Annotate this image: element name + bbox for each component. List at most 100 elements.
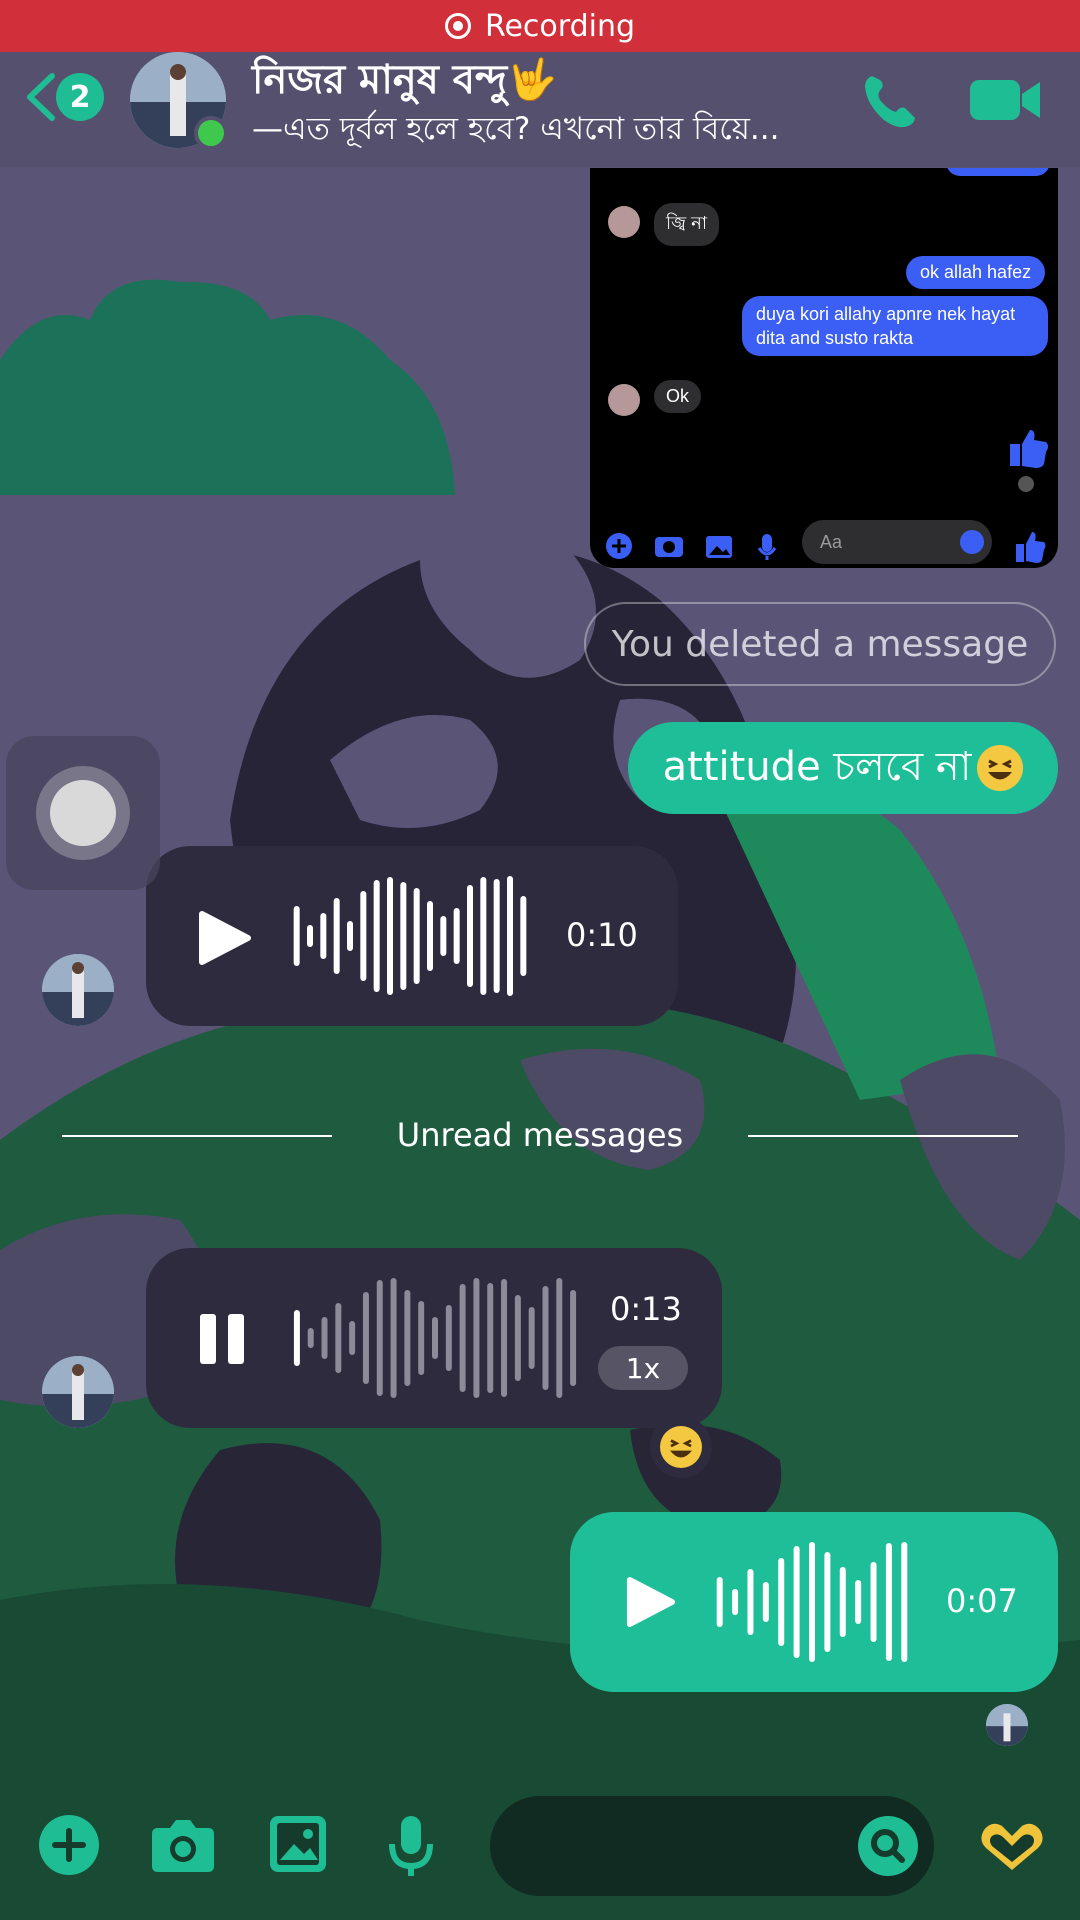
heart-hands-icon[interactable] [976,1818,1048,1874]
waveform-bar [570,1290,577,1386]
online-status-dot [194,116,228,150]
waveform-bar [307,1328,314,1348]
shared-screenshot-image[interactable]: জ্বি না ok allah hafez duya kori allahy … [590,168,1058,568]
plus-icon[interactable] [38,1814,100,1876]
waveform-bar [493,879,500,993]
waveform-bar [373,880,380,992]
sender-avatar [608,206,640,238]
unread-count-badge[interactable]: 2 [56,73,104,121]
video-call-icon[interactable] [968,76,1042,124]
gallery-icon [706,536,732,558]
waveform-bar [362,1292,369,1384]
waveform-bar [320,913,327,959]
voice-message[interactable]: 0:10 [146,846,678,1026]
sender-avatar [608,384,640,416]
assistive-touch-core [50,780,116,846]
voice-duration: 0:10 [566,916,638,954]
waveform-bar [387,877,393,995]
thumbs-up-icon [1010,430,1048,468]
divider-line [748,1135,1018,1137]
waveform-bar [335,1303,342,1373]
waveform-bar [507,876,513,996]
waveform-bar [480,877,487,995]
waveform-bar [445,1305,452,1371]
waveform-bar [793,1546,800,1658]
search-button[interactable] [858,1816,918,1876]
waveform-bar [778,1558,785,1646]
recording-label: Recording [484,8,636,44]
camera-icon[interactable] [150,1814,216,1876]
waveform-bar [514,1295,521,1381]
seen-receipt-avatar [986,1704,1028,1746]
waveform-bar [376,1280,383,1396]
waveform-icon [293,876,527,996]
voice-duration: 0:07 [946,1582,1018,1620]
waveform-bar [809,1542,815,1662]
unread-messages-divider: Unread messages [62,1116,1018,1156]
emoji-icon [960,530,984,554]
waveform-bar [349,1321,356,1355]
voice-duration: 0:13 [610,1290,682,1328]
playback-speed-button[interactable]: 1x [598,1346,688,1390]
waveform-bar [293,906,300,966]
phone-call-icon[interactable] [858,70,920,132]
waveform-bar [467,885,473,987]
voice-message[interactable]: 0:13 1x [146,1248,722,1428]
sent-message-bubble[interactable]: attitude চলবে না [628,722,1058,814]
waveform-bar [473,1278,480,1398]
waveform-bar [432,1317,438,1359]
thumbs-up-icon [1016,532,1046,563]
waveform-bar [400,882,407,990]
play-icon[interactable] [626,1576,676,1628]
waveform-bar [501,1279,508,1397]
deleted-message-bubble[interactable]: You deleted a message [584,602,1056,686]
waveform-bar [839,1567,846,1637]
waveform-bar [413,888,420,984]
waveform-bar [762,1582,769,1622]
waveform-bar [528,1307,535,1369]
waveform-bar [824,1552,831,1652]
screen-recording-indicator[interactable]: Recording [0,0,1080,52]
seen-avatar [1018,476,1034,492]
waveform-bar [542,1286,549,1390]
waveform-bar [716,1577,723,1627]
waveform-bar [347,921,353,951]
camera-icon [655,537,683,557]
waveform-icon [716,1542,908,1662]
gallery-icon[interactable] [268,1814,328,1874]
laughing-emoji-icon [660,1426,702,1468]
waveform-bar [520,896,527,976]
waveform-bar [440,916,447,956]
sender-avatar[interactable] [42,1356,114,1428]
mic-icon [757,534,777,560]
cut-off-bubble [946,168,1050,176]
play-icon[interactable] [198,910,252,966]
waveform-bar [360,891,367,981]
waveform-bar [870,1562,877,1642]
sent-voice-message[interactable]: 0:07 [570,1512,1058,1692]
sent-message: ok allah hafez [906,256,1046,289]
plus-icon [606,533,632,559]
waveform-bar [901,1542,908,1662]
microphone-icon[interactable] [388,1814,434,1880]
sender-avatar[interactable] [42,954,114,1026]
waveform-bar [747,1569,754,1635]
waveform-bar [293,1310,300,1366]
record-icon [444,13,471,39]
received-message: জ্বি না [654,203,720,246]
waveform-bar [556,1278,563,1398]
waveform-bar [307,925,313,947]
assistive-touch-button[interactable] [6,736,160,890]
waveform-bar [321,1317,328,1359]
waveform-bar [885,1543,892,1661]
waveform-bar [390,1278,397,1398]
waveform-bar [453,908,460,964]
chat-subtitle[interactable]: —এত দূর্বল হলে হবে? এখনো তার বিয়ে... [252,105,780,157]
message-text: attitude চলবে না [662,743,972,790]
waveform-bar [487,1283,494,1393]
message-reaction[interactable] [650,1416,712,1478]
sent-message: duya kori allahy apnre nek hayat dita an… [742,296,1048,356]
waveform-bar [732,1589,739,1615]
pause-icon[interactable] [200,1314,246,1364]
search-icon [871,1829,905,1863]
